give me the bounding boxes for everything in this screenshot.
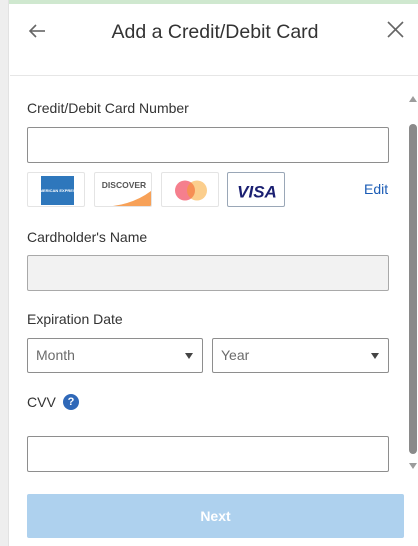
amex-logo-text: AMERICAN EXPRESS — [37, 188, 79, 193]
close-icon — [387, 21, 404, 38]
dialog-title: Add a Credit/Debit Card — [111, 21, 319, 43]
expiration-year-value: Year — [221, 347, 250, 363]
cardholder-name-label: Cardholder's Name — [27, 229, 148, 245]
scroll-up-arrow-icon[interactable] — [409, 96, 417, 102]
mastercard-logo — [161, 172, 219, 207]
visa-logo-text: VISA — [237, 183, 277, 202]
expiration-month-value: Month — [36, 347, 75, 363]
add-card-dialog: Add a Credit/Debit Card Credit/Debit Car… — [10, 4, 418, 546]
cvv-input[interactable] — [27, 436, 389, 472]
cvv-label: CVV — [27, 394, 56, 410]
arrow-left-icon — [28, 24, 45, 38]
close-button[interactable] — [384, 18, 408, 42]
discover-logo: DISCOVER — [94, 172, 152, 207]
dropdown-arrow-icon — [371, 353, 379, 359]
visa-logo: VISA — [227, 172, 285, 207]
card-number-input[interactable] — [27, 127, 389, 163]
scrollbar[interactable] — [408, 96, 418, 472]
cardholder-name-input[interactable] — [27, 255, 389, 291]
discover-logo-text: DISCOVER — [102, 180, 146, 190]
back-button[interactable] — [24, 18, 50, 44]
question-mark-icon[interactable]: ? — [63, 394, 79, 410]
card-number-label: Credit/Debit Card Number — [27, 100, 189, 116]
expiration-date-label: Expiration Date — [27, 311, 123, 327]
dropdown-arrow-icon — [185, 353, 193, 359]
card-brand-logos: AMERICAN EXPRESS DISCOVER VISA Edit — [27, 172, 389, 208]
window-left-strip — [0, 0, 9, 546]
edit-card-brands-link[interactable]: Edit — [364, 181, 388, 197]
scroll-down-arrow-icon[interactable] — [409, 463, 417, 469]
expiration-month-select[interactable]: Month — [27, 338, 203, 373]
scrollbar-thumb[interactable] — [409, 124, 417, 454]
next-button[interactable]: Next — [27, 494, 404, 538]
amex-logo: AMERICAN EXPRESS — [27, 172, 85, 207]
expiration-year-select[interactable]: Year — [212, 338, 389, 373]
dialog-header: Add a Credit/Debit Card — [10, 4, 418, 76]
